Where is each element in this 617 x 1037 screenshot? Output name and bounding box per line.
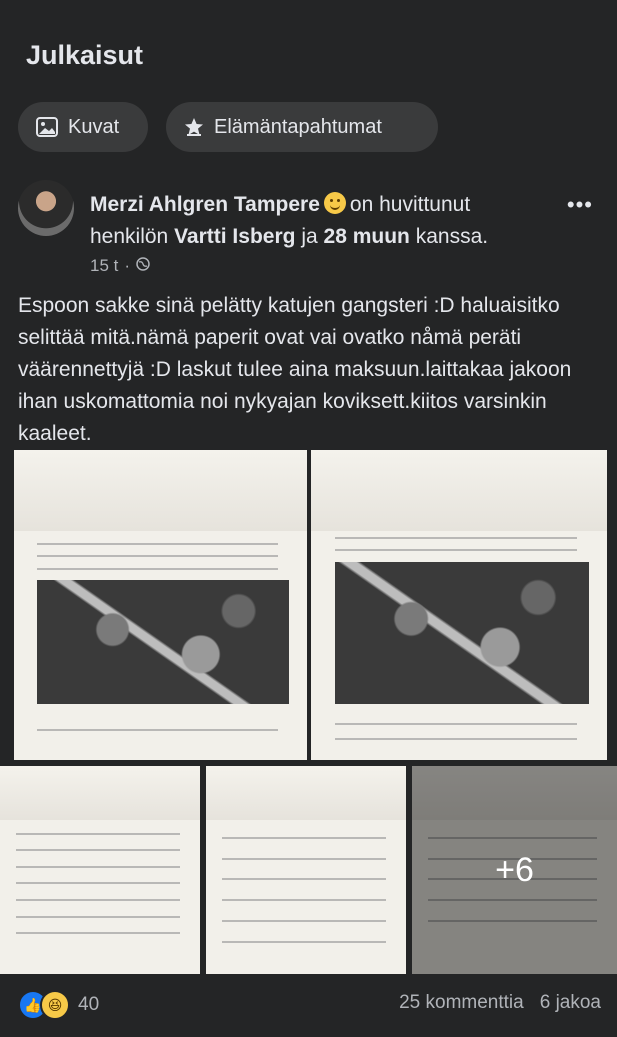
more-options-button[interactable]: ••• bbox=[567, 192, 593, 218]
reactions-summary[interactable]: 👍 😆 40 bbox=[18, 990, 99, 1020]
filter-photos-button[interactable]: Kuvat bbox=[18, 102, 148, 152]
post-time[interactable]: 15 t bbox=[90, 256, 118, 276]
life-event-star-icon bbox=[184, 117, 204, 137]
tagged-people-line: henkilön Vartti Isberg ja 28 muun kanssa… bbox=[90, 225, 488, 249]
meta-separator: · bbox=[124, 256, 131, 275]
photo-grid: +6 bbox=[0, 450, 617, 975]
post-stats: 25 kommenttia 6 jakoa bbox=[399, 992, 601, 1014]
filter-photos-label: Kuvat bbox=[68, 115, 120, 138]
with-suffix: kanssa. bbox=[415, 225, 489, 248]
photo-icon bbox=[36, 117, 58, 137]
public-globe-icon bbox=[136, 256, 150, 276]
with-prefix: henkilön bbox=[90, 225, 169, 248]
photo-3[interactable] bbox=[0, 766, 200, 974]
photo-4[interactable] bbox=[206, 766, 406, 974]
comments-count-link[interactable]: 25 kommenttia bbox=[399, 992, 524, 1014]
photo-5[interactable]: +6 bbox=[412, 766, 617, 974]
tagged-person-link[interactable]: Vartti Isberg bbox=[174, 225, 295, 248]
post-footer: 👍 😆 40 25 kommenttia 6 jakoa bbox=[0, 990, 617, 1030]
photo-1[interactable] bbox=[14, 450, 307, 760]
shares-count-link[interactable]: 6 jakoa bbox=[540, 992, 601, 1014]
tagged-others-link[interactable]: 28 muun bbox=[324, 225, 410, 248]
post-header-line: Merzi Ahlgren Tampere on huvittunut bbox=[90, 192, 470, 217]
post-meta: 15 t · bbox=[90, 256, 150, 276]
author-name-link[interactable]: Merzi Ahlgren Tampere bbox=[90, 193, 320, 216]
section-title: Julkaisut bbox=[26, 40, 144, 70]
filter-life-events-button[interactable]: Elämäntapahtumat bbox=[166, 102, 438, 152]
filter-life-events-label: Elämäntapahtumat bbox=[214, 115, 382, 138]
author-avatar[interactable] bbox=[18, 180, 74, 236]
reactions-count: 40 bbox=[78, 994, 100, 1015]
post-body-text: Espoon sakke sinä pelätty katujen gangst… bbox=[18, 294, 572, 445]
haha-reaction-icon: 😆 bbox=[40, 990, 70, 1020]
slightly-smiling-face-icon bbox=[323, 192, 346, 214]
feeling-text: on huvittunut bbox=[349, 193, 471, 216]
more-photos-overlay[interactable]: +6 bbox=[412, 766, 617, 974]
photo-2[interactable] bbox=[311, 450, 607, 760]
with-joiner: ja bbox=[301, 225, 318, 248]
